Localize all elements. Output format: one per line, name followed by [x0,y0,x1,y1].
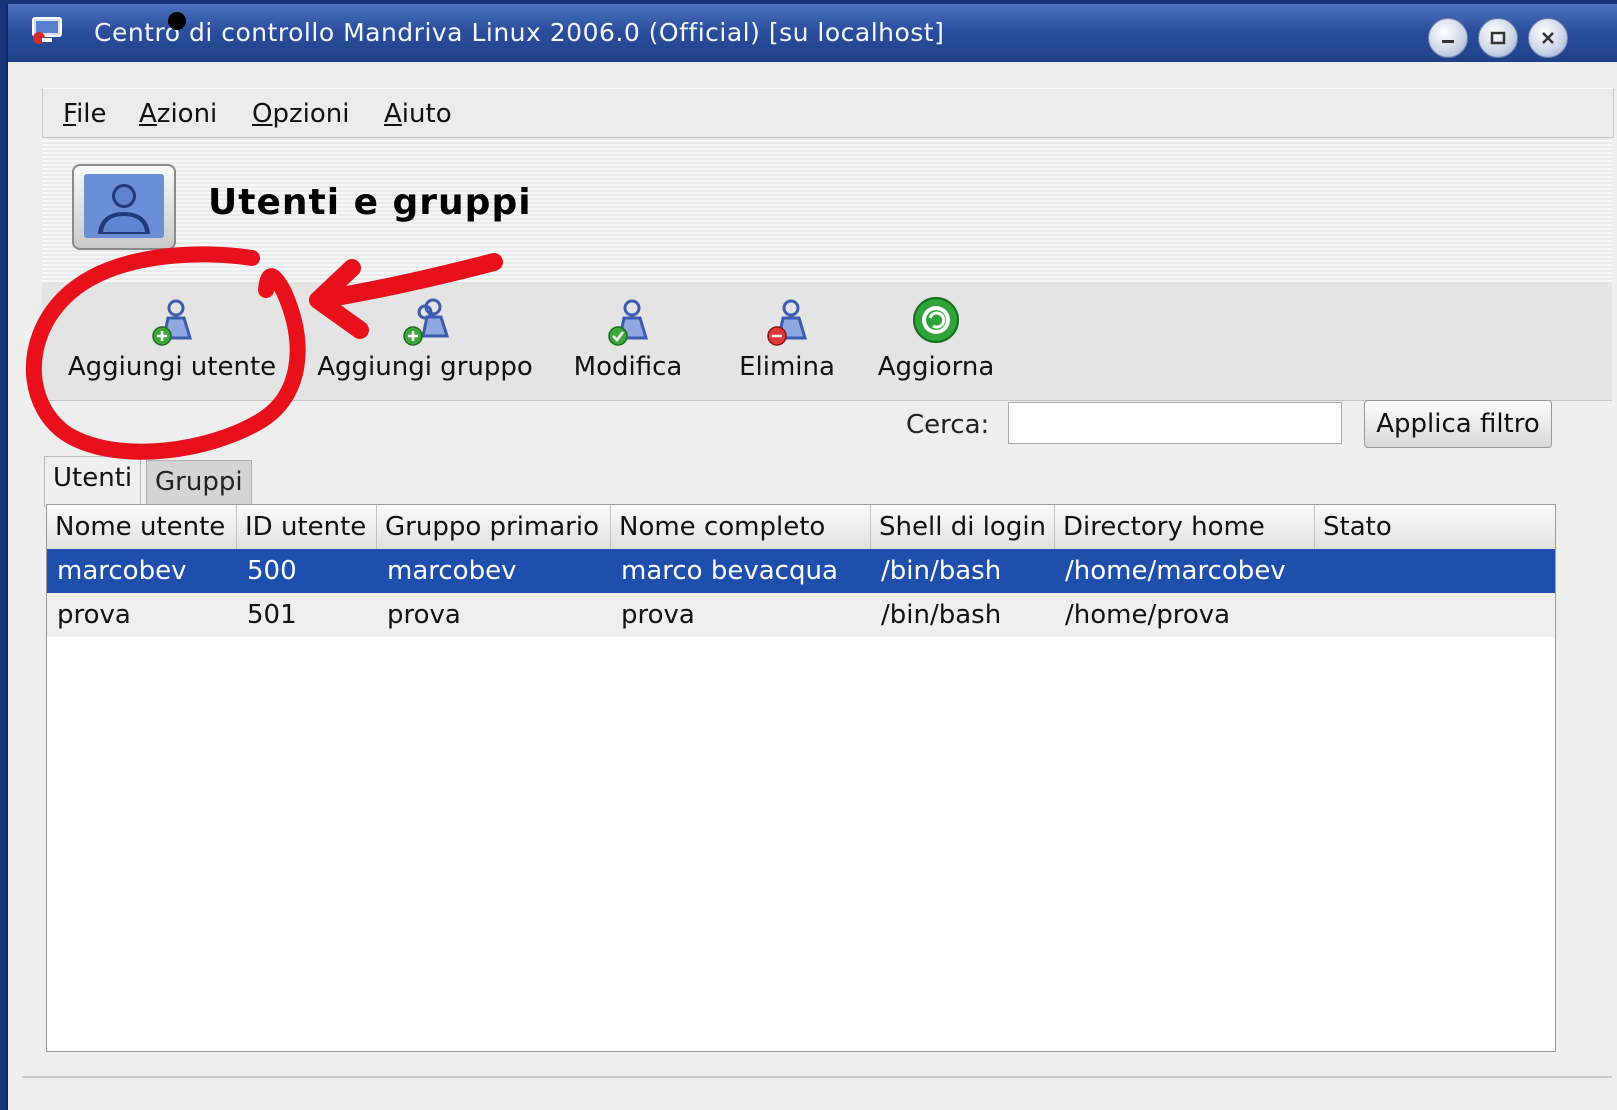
toolbar: Aggiungi utente Aggiungi gruppo Modifica… [42,282,1612,401]
refresh-icon [913,297,959,343]
menu-bar: File Azioni Opzioni Aiuto [42,88,1614,138]
close-button[interactable] [1528,18,1568,58]
edit-button[interactable]: Modifica [568,296,688,382]
search-label: Cerca: [906,410,990,440]
search-input[interactable] [1008,402,1342,444]
cell-username: prova [57,600,131,630]
cell-status [1315,549,1325,593]
delete-button[interactable]: Elimina [732,296,842,382]
cell-full-name: prova [621,600,695,630]
column-header-status[interactable]: Stato [1315,505,1555,549]
tab-users[interactable]: Utenti [44,456,142,507]
edit-user-icon [608,299,649,346]
control-center-icon [32,17,62,44]
application-window: Centro di controllo Mandriva Linux 2006.… [6,4,1617,1110]
users-table: Nome utente ID utente Gruppo primario No… [46,504,1556,1052]
window-title: Centro di controllo Mandriva Linux 2006.… [94,18,945,47]
close-icon [1542,32,1554,44]
column-header-user-id[interactable]: ID utente [237,505,377,549]
menu-opzioni[interactable]: Opzioni [252,99,349,129]
table-row[interactable]: prova 501 prova prova /bin/bash /home/pr… [47,593,1555,637]
column-header-home-directory[interactable]: Directory home [1055,505,1315,549]
delete-user-icon [767,299,808,346]
cell-login-shell: /bin/bash [881,556,1002,586]
table-header: Nome utente ID utente Gruppo primario No… [47,505,1555,550]
tab-groups[interactable]: Gruppi [146,460,252,507]
minimize-button[interactable] [1428,18,1468,58]
column-header-primary-group[interactable]: Gruppo primario [377,505,611,549]
add-group-label: Aggiungi gruppo [317,352,533,382]
user-icon [84,174,164,238]
add-user-label: Aggiungi utente [67,352,277,382]
page-title: Utenti e gruppi [208,182,532,223]
bottom-divider [22,1076,1612,1078]
mouse-cursor [168,12,186,30]
menu-azioni[interactable]: Azioni [139,99,217,129]
delete-label: Elimina [739,352,835,382]
window-content: File Azioni Opzioni Aiuto Utenti e grupp… [8,62,1617,1110]
apply-filter-button[interactable]: Applica filtro [1364,400,1552,448]
column-header-full-name[interactable]: Nome completo [611,505,871,549]
add-user-button[interactable]: Aggiungi utente [62,296,282,382]
add-group-button[interactable]: Aggiungi gruppo [310,296,540,382]
add-group-icon [403,298,450,346]
edit-label: Modifica [573,352,683,382]
refresh-button[interactable]: Aggiorna [868,296,1004,382]
column-header-username[interactable]: Nome utente [47,505,237,549]
menu-file[interactable]: File [63,99,107,129]
column-header-login-shell[interactable]: Shell di login [871,505,1055,549]
maximize-icon [1490,31,1506,45]
cell-primary-group: marcobev [387,556,517,586]
cell-status [1315,593,1325,637]
cell-user-id: 501 [247,600,297,630]
table-row[interactable]: marcobev 500 marcobev marco bevacqua /bi… [47,549,1555,593]
menu-aiuto[interactable]: Aiuto [384,99,452,129]
cell-primary-group: prova [387,600,461,630]
minimize-icon [1442,40,1454,43]
cell-home-directory: /home/marcobev [1065,556,1286,586]
title-bar[interactable]: Centro di controllo Mandriva Linux 2006.… [8,4,1617,62]
refresh-label: Aggiorna [877,352,995,382]
cell-home-directory: /home/prova [1065,600,1231,630]
add-user-icon [152,299,193,346]
maximize-button[interactable] [1478,18,1518,58]
cell-user-id: 500 [247,556,297,586]
cell-username: marcobev [57,556,187,586]
cell-full-name: marco bevacqua [621,556,838,586]
header-banner: Utenti e gruppi [42,138,1612,282]
users-groups-app-icon [72,164,176,250]
cell-login-shell: /bin/bash [881,600,1002,630]
